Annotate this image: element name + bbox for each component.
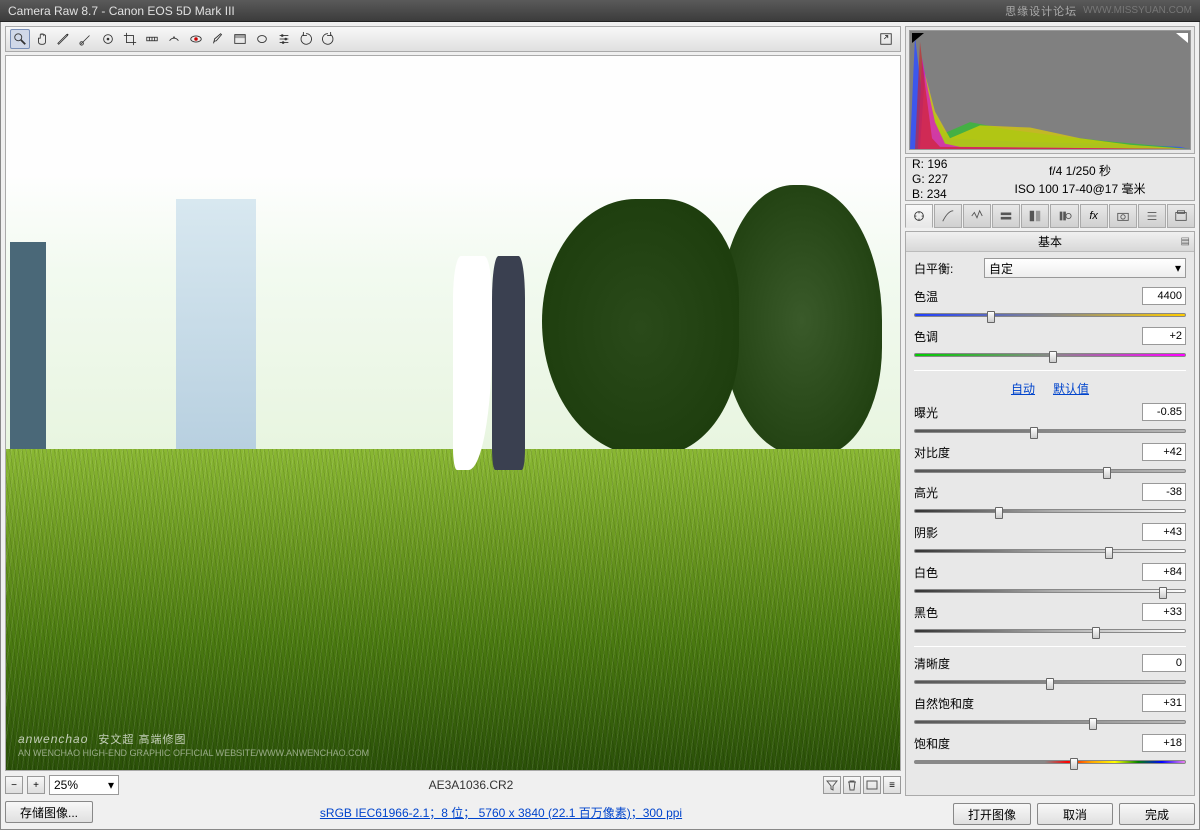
saturation-slider[interactable]: [914, 760, 1186, 764]
tab-detail[interactable]: [963, 204, 991, 228]
prefs-icon[interactable]: [274, 29, 294, 49]
cancel-button[interactable]: 取消: [1037, 803, 1113, 825]
tint-label: 色调: [914, 328, 978, 345]
temperature-slider[interactable]: [914, 313, 1186, 317]
redeye-tool-icon[interactable]: [186, 29, 206, 49]
tab-presets[interactable]: [1138, 204, 1166, 228]
vibrance-slider[interactable]: [914, 720, 1186, 724]
window-title: Camera Raw 8.7 - Canon EOS 5D Mark III: [8, 4, 235, 18]
shadows-value[interactable]: [1142, 523, 1186, 541]
whites-value[interactable]: [1142, 563, 1186, 581]
panel-title: 基本 ▤: [906, 232, 1194, 252]
spot-tool-icon[interactable]: [164, 29, 184, 49]
vibrance-label: 自然饱和度: [914, 695, 978, 712]
contrast-slider[interactable]: [914, 469, 1186, 473]
filter-icon[interactable]: [823, 776, 841, 794]
tab-camera[interactable]: [1109, 204, 1137, 228]
wb-label: 白平衡:: [914, 260, 978, 277]
filename-label: AE3A1036.CR2: [123, 778, 819, 792]
panel-menu-icon[interactable]: ▤: [1181, 236, 1190, 247]
open-dialog-icon[interactable]: [863, 776, 881, 794]
image-watermark: anwenchao 安文超 高端修图 AN WENCHAO HIGH-END G…: [18, 727, 369, 758]
brush-tool-icon[interactable]: [208, 29, 228, 49]
blacks-value[interactable]: [1142, 603, 1186, 621]
saturation-value[interactable]: [1142, 734, 1186, 752]
blacks-label: 黑色: [914, 604, 978, 621]
crop-tool-icon[interactable]: [120, 29, 140, 49]
trash-icon[interactable]: [843, 776, 861, 794]
clarity-value[interactable]: [1142, 654, 1186, 672]
temperature-value[interactable]: [1142, 287, 1186, 305]
tab-curve[interactable]: [934, 204, 962, 228]
white-balance-icon[interactable]: [54, 29, 74, 49]
vibrance-value[interactable]: [1142, 694, 1186, 712]
tool-toolbar: [5, 26, 901, 52]
shadows-label: 阴影: [914, 524, 978, 541]
exposure-value[interactable]: [1142, 403, 1186, 421]
basic-panel: 基本 ▤ 白平衡: 自定▾ 色温色调自动 默认值曝光对比度高光阴影白色黑色清晰度自然饱…: [905, 231, 1195, 796]
histogram[interactable]: [909, 30, 1191, 150]
metadata-row: R: 196 G: 227 B: 234 f/4 1/250 秒 ISO 100…: [905, 157, 1195, 201]
highlights-value[interactable]: [1142, 483, 1186, 501]
histogram-box: [905, 26, 1195, 154]
contrast-label: 对比度: [914, 444, 978, 461]
clarity-slider[interactable]: [914, 680, 1186, 684]
temperature-label: 色温: [914, 288, 978, 305]
fullscreen-icon[interactable]: [876, 29, 896, 49]
wb-dropdown[interactable]: 自定▾: [984, 258, 1186, 278]
exposure-label: 曝光: [914, 404, 978, 421]
highlights-slider[interactable]: [914, 509, 1186, 513]
color-sampler-icon[interactable]: [76, 29, 96, 49]
hand-tool-icon[interactable]: [32, 29, 52, 49]
tab-fx[interactable]: fx: [1080, 204, 1108, 228]
open-image-button[interactable]: 打开图像: [953, 803, 1031, 825]
panel-tabs: fx: [905, 204, 1195, 228]
auto-link[interactable]: 自动: [1011, 380, 1035, 397]
exposure-slider[interactable]: [914, 429, 1186, 433]
zoom-out-button[interactable]: −: [5, 776, 23, 794]
zoom-in-button[interactable]: +: [27, 776, 45, 794]
targeted-adjust-icon[interactable]: [98, 29, 118, 49]
tint-slider[interactable]: [914, 353, 1186, 357]
exif-line1: f/4 1/250 秒: [1049, 162, 1111, 179]
default-link[interactable]: 默认值: [1053, 380, 1089, 397]
site-watermark: 思缘设计论坛: [1005, 3, 1077, 19]
tab-basic[interactable]: [905, 204, 933, 228]
exif-line2: ISO 100 17-40@17 毫米: [1015, 180, 1146, 197]
zoom-tool-icon[interactable]: [10, 29, 30, 49]
zoom-level-select[interactable]: 25%▾: [49, 775, 119, 795]
rotate-cw-icon[interactable]: [318, 29, 338, 49]
radial-filter-icon[interactable]: [252, 29, 272, 49]
contrast-value[interactable]: [1142, 443, 1186, 461]
straighten-tool-icon[interactable]: [142, 29, 162, 49]
tint-value[interactable]: [1142, 327, 1186, 345]
highlights-label: 高光: [914, 484, 978, 501]
whites-label: 白色: [914, 564, 978, 581]
site-url: WWW.MISSYUAN.COM: [1083, 5, 1192, 16]
title-bar: Camera Raw 8.7 - Canon EOS 5D Mark III 思…: [0, 0, 1200, 22]
clarity-label: 清晰度: [914, 655, 978, 672]
done-button[interactable]: 完成: [1119, 803, 1195, 825]
tab-split[interactable]: [1021, 204, 1049, 228]
saturation-label: 饱和度: [914, 735, 978, 752]
save-image-button[interactable]: 存储图像...: [5, 801, 93, 823]
workflow-link[interactable]: sRGB IEC61966-2.1；8 位； 5760 x 3840 (22.1…: [320, 806, 682, 820]
image-preview[interactable]: anwenchao 安文超 高端修图 AN WENCHAO HIGH-END G…: [5, 55, 901, 771]
whites-slider[interactable]: [914, 589, 1186, 593]
tab-hsl[interactable]: [992, 204, 1020, 228]
blacks-slider[interactable]: [914, 629, 1186, 633]
shadows-slider[interactable]: [914, 549, 1186, 553]
rotate-ccw-icon[interactable]: [296, 29, 316, 49]
tab-snapshots[interactable]: [1167, 204, 1195, 228]
settings-menu-icon[interactable]: ≡: [883, 776, 901, 794]
tab-lens[interactable]: [1050, 204, 1078, 228]
grad-filter-icon[interactable]: [230, 29, 250, 49]
